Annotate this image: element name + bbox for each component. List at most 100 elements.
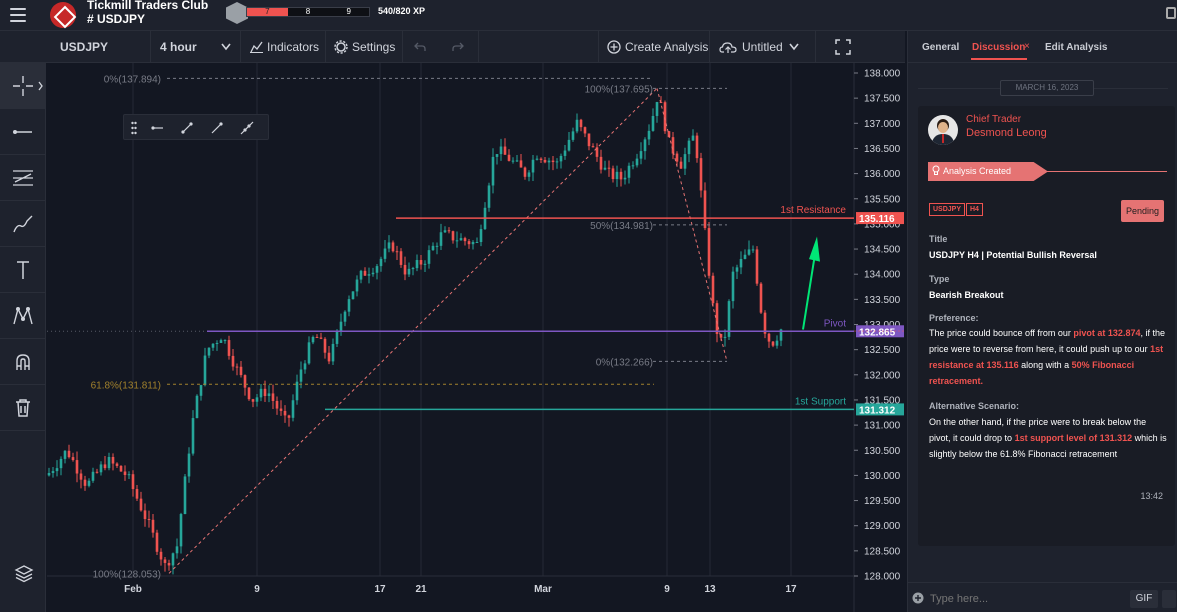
segment-icon[interactable] xyxy=(210,121,224,135)
xp-progress-bar: 7 8 9 xyxy=(246,7,370,17)
layout-name[interactable]: Untitled xyxy=(742,31,783,63)
y-tick-label: 128.500 xyxy=(864,546,901,557)
y-tick-label: 137.000 xyxy=(864,119,901,130)
symbol-selector[interactable]: USDJPY xyxy=(60,31,108,63)
candle-body xyxy=(339,321,343,331)
gear-icon[interactable] xyxy=(334,40,348,54)
plus-circle-icon[interactable] xyxy=(912,592,924,604)
candle-body xyxy=(191,418,195,454)
brush-icon xyxy=(13,215,33,233)
candle-body xyxy=(431,245,435,251)
candle-body xyxy=(95,471,99,473)
candle-body xyxy=(695,135,699,159)
indicators-button[interactable]: Indicators xyxy=(267,31,319,63)
message-input[interactable] xyxy=(928,590,1118,607)
candle-body xyxy=(363,270,367,276)
x-tick-label: 21 xyxy=(415,584,427,595)
chevron-down-icon[interactable] xyxy=(789,43,799,51)
cloud-upload-icon[interactable] xyxy=(719,40,737,54)
trend-line-tool[interactable] xyxy=(0,109,46,155)
analysis-type: Bearish Breakout xyxy=(929,290,1004,300)
candle-body xyxy=(579,119,583,128)
candle-body xyxy=(275,400,279,409)
projection-arrow-head xyxy=(809,236,820,262)
ray-icon[interactable] xyxy=(150,121,164,135)
chevron-right-icon[interactable] xyxy=(38,81,44,91)
candle-body xyxy=(447,230,451,232)
candle-body xyxy=(651,115,655,131)
rank-badge-icon xyxy=(226,2,248,24)
candle-body xyxy=(627,165,631,178)
layers-icon[interactable] xyxy=(14,563,34,583)
candle-body xyxy=(611,168,615,180)
candle-body xyxy=(547,160,551,163)
menu-icon[interactable] xyxy=(10,8,26,22)
redo-icon[interactable] xyxy=(452,42,464,52)
tab-edit-analysis[interactable]: Edit Analysis xyxy=(1045,42,1107,53)
candle-body xyxy=(323,338,327,353)
y-tick-label: 136.500 xyxy=(864,144,901,155)
candle-body xyxy=(111,456,115,464)
candle-body xyxy=(87,480,91,486)
chat-icon[interactable] xyxy=(1166,7,1176,19)
delete-tool[interactable] xyxy=(0,385,46,431)
emoji-button[interactable] xyxy=(1162,590,1176,608)
tab-general[interactable]: General xyxy=(922,42,959,53)
xp-level-9: 9 xyxy=(346,7,351,16)
alternative-label: Alternative Scenario: xyxy=(929,401,1020,411)
candle-body xyxy=(307,342,311,364)
tag-symbol: USDJPY xyxy=(929,203,966,216)
tab-discussion[interactable]: Discussion xyxy=(972,42,1025,53)
pattern-tool[interactable] xyxy=(0,293,46,339)
candle-body xyxy=(687,140,691,155)
drag-handle-icon[interactable] xyxy=(131,121,137,135)
candle-body xyxy=(519,160,523,168)
y-tick-label: 138.000 xyxy=(864,69,901,80)
candle-body xyxy=(143,510,147,520)
gif-button[interactable]: GIF xyxy=(1130,590,1158,608)
candle-body xyxy=(411,268,415,270)
candle-body xyxy=(679,161,683,169)
plus-circle-icon[interactable] xyxy=(607,40,621,54)
chart-canvas[interactable]: 138.000 137.500 137.000 136.500 136.000 135.5… xyxy=(47,63,905,612)
y-tick-label: 132.000 xyxy=(864,370,901,381)
indicators-icon[interactable] xyxy=(250,41,263,53)
candle-body xyxy=(179,514,183,547)
text-tool[interactable] xyxy=(0,247,46,293)
text-icon xyxy=(17,261,29,279)
candle-body xyxy=(99,464,103,473)
fullscreen-icon[interactable] xyxy=(835,39,851,55)
interval-selector[interactable]: 4 hour xyxy=(160,31,197,63)
close-icon[interactable]: × xyxy=(1024,41,1030,52)
candle-body xyxy=(387,242,391,249)
candle-body xyxy=(691,135,695,141)
level-price-label: 135.116 xyxy=(859,214,895,225)
candle-body xyxy=(619,171,623,180)
level-price-label: 131.312 xyxy=(859,405,896,416)
crosshair-tool[interactable] xyxy=(0,63,46,109)
candle-body xyxy=(407,268,411,275)
candle-body xyxy=(427,250,431,264)
candle-body xyxy=(287,415,291,418)
magnet-tool[interactable] xyxy=(0,339,46,385)
candle-body xyxy=(743,254,747,259)
candle-body xyxy=(343,311,347,322)
fib-tool[interactable] xyxy=(0,155,46,201)
tag-timeframe: H4 xyxy=(966,203,983,216)
undo-icon[interactable] xyxy=(414,42,426,52)
settings-button[interactable]: Settings xyxy=(352,31,395,63)
candle-body xyxy=(671,137,675,154)
chevron-down-icon[interactable] xyxy=(221,43,231,51)
candle-body xyxy=(151,519,155,533)
x-tick-label: 17 xyxy=(374,584,386,595)
fib-label: 100%(128.053) xyxy=(93,569,161,580)
price-chart[interactable]: 138.000 137.500 137.000 136.500 136.000 135.5… xyxy=(47,63,905,612)
x-tick-label: 13 xyxy=(704,584,716,595)
extended-line-icon[interactable] xyxy=(240,121,254,135)
candle-body xyxy=(739,258,743,268)
line-icon[interactable] xyxy=(180,121,194,135)
brush-tool[interactable] xyxy=(0,201,46,247)
candle-body xyxy=(327,352,331,362)
create-analysis-button[interactable]: Create Analysis xyxy=(625,31,708,63)
y-tick-label: 132.500 xyxy=(864,345,901,356)
